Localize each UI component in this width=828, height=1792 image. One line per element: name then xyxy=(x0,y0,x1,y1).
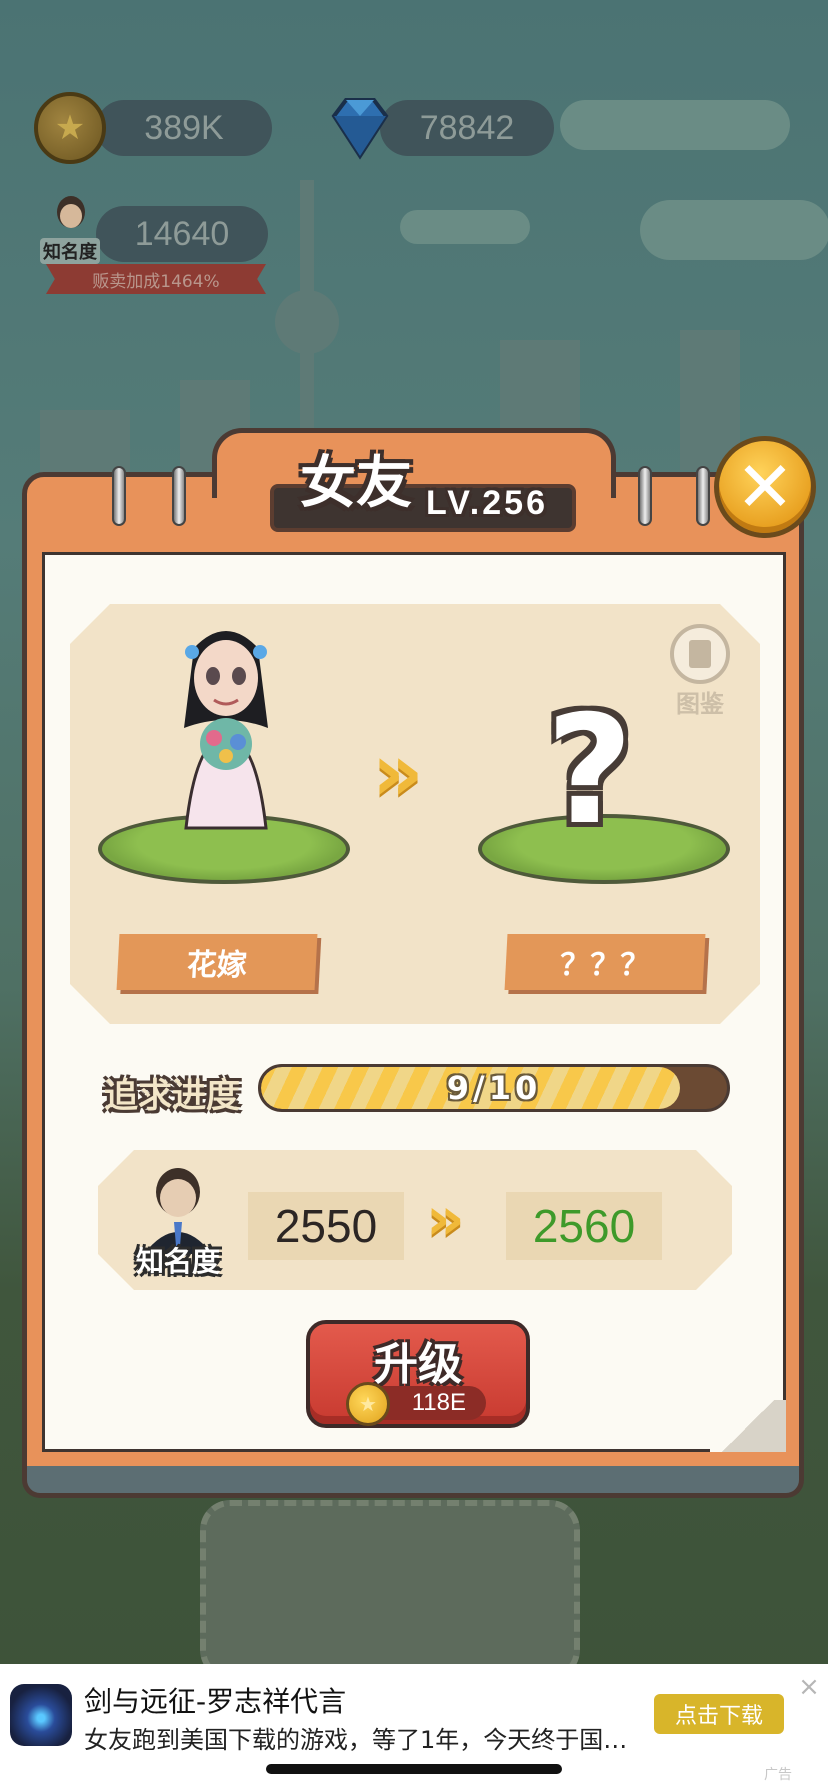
evolve-arrow-icon: » xyxy=(372,726,424,819)
next-name-plate: ？？？ xyxy=(504,934,706,990)
coin-icon: ★ xyxy=(34,92,106,164)
bride-character xyxy=(184,631,268,830)
fame-tag: 知名度 xyxy=(40,238,100,264)
binder-ring xyxy=(696,466,710,526)
close-icon: ✕ xyxy=(735,446,795,528)
fame-counter: 14640 xyxy=(96,206,268,262)
ad-download-button[interactable]: 点击下载 xyxy=(654,1694,784,1734)
home-indicator[interactable] xyxy=(266,1764,562,1774)
dialog-title: 女友 xyxy=(300,451,412,516)
cloud xyxy=(560,100,790,150)
diamond-icon xyxy=(331,98,389,160)
cloud xyxy=(640,200,828,260)
coin-icon: ★ xyxy=(346,1382,390,1426)
upgrade-button[interactable]: 升级 118E xyxy=(306,1320,530,1428)
close-button[interactable]: ✕ xyxy=(714,436,816,538)
progress-bar: 9/10 xyxy=(258,1064,730,1112)
ad-app-icon[interactable] xyxy=(10,1684,72,1746)
coin-counter: 389K xyxy=(96,100,272,156)
fame-arrow-icon: » xyxy=(426,1184,465,1254)
progress-label: 追求进度 xyxy=(104,1076,240,1116)
ad-tag: 广告 xyxy=(764,1767,792,1783)
atlas-label[interactable]: 图鉴 xyxy=(676,684,724,719)
level-label: LV.256 xyxy=(426,484,548,522)
fame-label: 知名度 xyxy=(136,1245,221,1278)
dialog-bottom-edge xyxy=(22,1466,804,1498)
stone-path xyxy=(200,1500,580,1680)
ad-description[interactable]: 女友跑到美国下载的游戏，等了1年，今天终于国内... xyxy=(84,1720,644,1755)
progress-text: 9/10 xyxy=(446,1069,542,1107)
fame-current-value: 2550 xyxy=(248,1192,404,1260)
binder-ring xyxy=(112,466,126,526)
gem-counter: 78842 xyxy=(380,100,554,156)
sales-bonus-ribbon: 贩卖加成1464% xyxy=(46,264,266,294)
binder-ring xyxy=(638,466,652,526)
tower-ball xyxy=(275,290,339,354)
ad-title[interactable]: 剑与远征-罗志祥代言 xyxy=(84,1680,346,1720)
atlas-button[interactable] xyxy=(670,624,730,684)
upgrade-label: 升级 xyxy=(374,1339,462,1390)
binder-ring xyxy=(172,466,186,526)
page-curl xyxy=(710,1400,786,1452)
book-icon xyxy=(689,640,711,668)
unknown-character-icon: ? xyxy=(546,684,634,858)
fame-next-value: 2560 xyxy=(506,1192,662,1260)
ad-close-icon[interactable]: × xyxy=(796,1674,822,1700)
current-name-plate: 花嫁 xyxy=(116,934,318,990)
cloud xyxy=(400,210,530,244)
